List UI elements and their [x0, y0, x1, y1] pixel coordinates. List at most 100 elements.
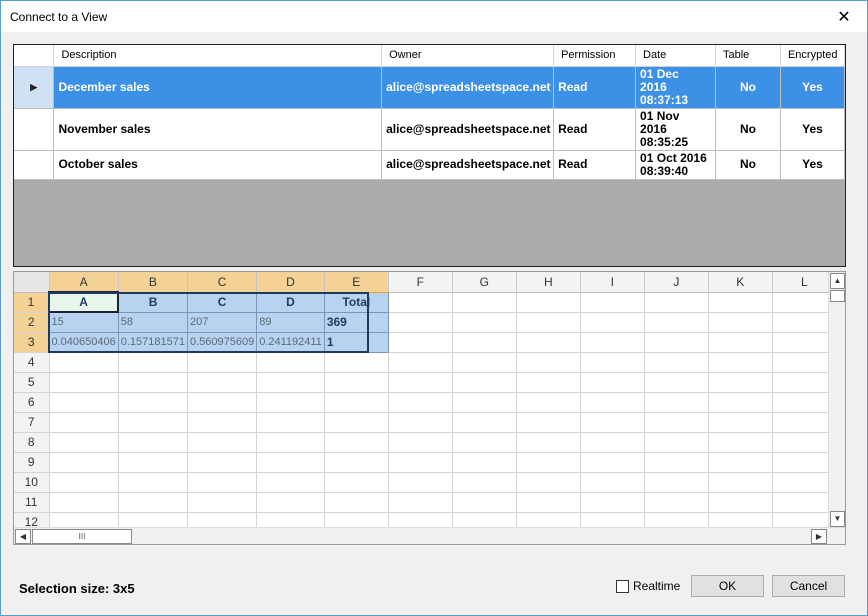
cell[interactable]: 207 — [187, 312, 258, 333]
cell[interactable] — [324, 372, 389, 393]
cell[interactable]: 1 — [324, 332, 389, 353]
scroll-thumb[interactable] — [830, 290, 845, 302]
cell[interactable] — [49, 472, 119, 493]
cell[interactable] — [187, 452, 258, 473]
cell[interactable] — [187, 352, 258, 373]
row-header[interactable]: 11 — [14, 492, 50, 513]
cell[interactable] — [708, 372, 773, 393]
cell[interactable] — [388, 452, 453, 473]
cell[interactable] — [49, 352, 119, 373]
cell[interactable] — [452, 492, 517, 513]
cell[interactable] — [452, 412, 517, 433]
cell[interactable] — [708, 472, 773, 493]
view-encrypted[interactable]: Yes — [780, 108, 846, 151]
column-header[interactable]: F — [388, 272, 453, 293]
view-owner[interactable]: alice@spreadsheetspace.net — [381, 66, 555, 109]
close-icon[interactable]: ✕ — [821, 1, 867, 32]
cell[interactable] — [772, 332, 837, 353]
cell[interactable]: 15 — [49, 312, 119, 333]
cell[interactable] — [256, 452, 325, 473]
cell[interactable] — [708, 452, 773, 473]
cell[interactable] — [516, 472, 581, 493]
cell[interactable] — [772, 412, 837, 433]
cell[interactable] — [324, 452, 389, 473]
cell[interactable] — [452, 292, 517, 313]
cell[interactable] — [452, 392, 517, 413]
cell[interactable] — [644, 432, 709, 453]
cell[interactable] — [324, 492, 389, 513]
column-header[interactable]: I — [580, 272, 645, 293]
col-header-owner[interactable]: Owner — [381, 45, 555, 67]
cell[interactable] — [644, 492, 709, 513]
cell[interactable] — [516, 492, 581, 513]
cell[interactable] — [452, 452, 517, 473]
cell[interactable] — [516, 372, 581, 393]
cell[interactable] — [708, 292, 773, 313]
cell[interactable]: 0.560975609 — [187, 332, 258, 353]
cell[interactable] — [118, 412, 188, 433]
cell[interactable] — [324, 472, 389, 493]
cell[interactable] — [644, 292, 709, 313]
cancel-button[interactable]: Cancel — [772, 575, 845, 597]
cell[interactable] — [516, 312, 581, 333]
view-permission[interactable]: Read — [553, 150, 637, 180]
view-description[interactable]: December sales — [53, 66, 383, 109]
cell[interactable] — [644, 392, 709, 413]
cell[interactable] — [324, 412, 389, 433]
cell[interactable] — [708, 392, 773, 413]
row-header[interactable]: 10 — [14, 472, 50, 493]
cell[interactable] — [187, 412, 258, 433]
cell[interactable] — [49, 492, 119, 513]
column-header[interactable]: E — [324, 272, 389, 293]
cell[interactable] — [388, 372, 453, 393]
cell[interactable] — [187, 392, 258, 413]
view-table[interactable]: No — [715, 150, 781, 180]
cell[interactable] — [452, 312, 517, 333]
cell[interactable] — [324, 432, 389, 453]
cell[interactable]: 58 — [118, 312, 188, 333]
cell[interactable] — [580, 292, 645, 313]
cell[interactable] — [580, 332, 645, 353]
realtime-checkbox[interactable]: Realtime — [616, 579, 680, 593]
cell[interactable] — [187, 492, 258, 513]
cell[interactable] — [580, 312, 645, 333]
view-description[interactable]: November sales — [53, 108, 383, 151]
cell[interactable]: D — [256, 292, 325, 313]
column-header[interactable]: B — [118, 272, 188, 293]
view-date[interactable]: 01 Oct 2016 08:39:40 — [635, 150, 716, 180]
cell[interactable] — [118, 392, 188, 413]
cell[interactable] — [644, 452, 709, 473]
table-row[interactable]: October sales alice@spreadsheetspace.net… — [14, 150, 846, 180]
cell[interactable] — [388, 352, 453, 373]
table-row[interactable]: ▶ December sales alice@spreadsheetspace.… — [14, 66, 846, 109]
cell[interactable] — [708, 412, 773, 433]
row-header[interactable]: 3 — [14, 332, 50, 353]
cell[interactable]: C — [187, 292, 258, 313]
scroll-down-icon[interactable]: ▼ — [830, 511, 845, 527]
cell[interactable] — [256, 372, 325, 393]
cell[interactable] — [256, 392, 325, 413]
column-header[interactable]: C — [187, 272, 258, 293]
cell[interactable] — [452, 432, 517, 453]
cell[interactable] — [256, 432, 325, 453]
view-encrypted[interactable]: Yes — [780, 66, 846, 109]
view-permission[interactable]: Read — [553, 108, 637, 151]
cell[interactable] — [49, 412, 119, 433]
col-header-encrypted[interactable]: Encrypted — [780, 45, 846, 67]
cell[interactable] — [644, 352, 709, 373]
column-header[interactable]: A — [49, 272, 119, 293]
cell[interactable] — [516, 292, 581, 313]
cell[interactable] — [516, 412, 581, 433]
cell[interactable] — [772, 292, 837, 313]
ok-button[interactable]: OK — [691, 575, 764, 597]
cell[interactable] — [772, 392, 837, 413]
cell[interactable] — [256, 472, 325, 493]
row-header[interactable]: 2 — [14, 312, 50, 333]
cell[interactable] — [644, 472, 709, 493]
view-owner[interactable]: alice@spreadsheetspace.net — [381, 108, 555, 151]
cell[interactable] — [516, 332, 581, 353]
cell[interactable] — [187, 372, 258, 393]
cell[interactable] — [388, 432, 453, 453]
col-header-description[interactable]: Description — [53, 45, 383, 67]
cell[interactable] — [324, 352, 389, 373]
